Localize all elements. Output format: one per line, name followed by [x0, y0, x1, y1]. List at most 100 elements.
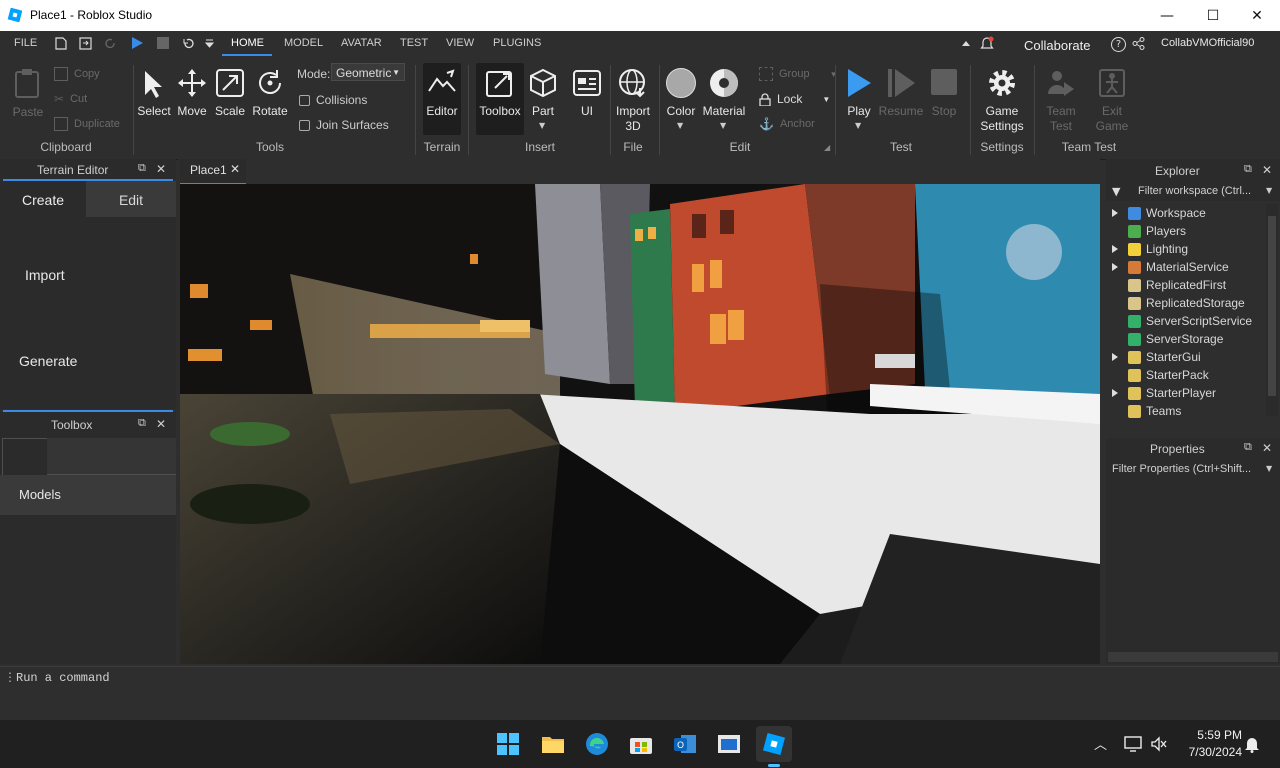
anchor-button[interactable]: ⚓ Anchor: [759, 117, 815, 131]
toolbox-tab[interactable]: [47, 438, 176, 475]
part-dropdown-icon[interactable]: ▼: [539, 121, 545, 130]
maximize-button[interactable]: ☐: [1190, 0, 1236, 31]
network-icon[interactable]: [1124, 736, 1142, 752]
explorer-item-starterplayer[interactable]: StarterPlayer: [1112, 384, 1216, 402]
command-bar[interactable]: ⋮ Run a command: [0, 666, 1280, 689]
close-icon[interactable]: ✕: [156, 417, 166, 431]
resume-button[interactable]: Resume: [878, 104, 924, 118]
clock-date[interactable]: 7/30/2024: [1176, 745, 1242, 759]
command-input[interactable]: Run a command: [16, 671, 110, 685]
toolbox-tab-active[interactable]: [2, 438, 48, 475]
collapse-ribbon-icon[interactable]: [961, 39, 971, 47]
new-file-icon[interactable]: [55, 37, 67, 50]
select-cursor-icon[interactable]: [141, 69, 167, 99]
join-surfaces-checkbox[interactable]: Join Surfaces: [299, 118, 389, 132]
collisions-checkbox[interactable]: Collisions: [299, 93, 367, 107]
game-settings-gear-icon[interactable]: [987, 68, 1017, 98]
edge-browser-icon[interactable]: [583, 730, 611, 758]
close-icon[interactable]: ✕: [1262, 163, 1272, 177]
lock-button[interactable]: Lock ▼: [759, 92, 830, 106]
move-button[interactable]: Move: [175, 104, 209, 118]
expand-arrow-icon[interactable]: [1112, 353, 1118, 361]
chevron-down-icon[interactable]: ▼: [1266, 464, 1272, 473]
stop-button[interactable]: Stop: [926, 104, 962, 118]
undock-icon[interactable]: ⧉: [138, 162, 146, 175]
material-button[interactable]: Material: [700, 104, 748, 118]
username-label[interactable]: CollabVMOfficial90: [1161, 37, 1254, 49]
color-button[interactable]: Color: [662, 104, 700, 118]
tab-plugins[interactable]: PLUGINS: [493, 37, 541, 49]
app-window-icon[interactable]: [715, 730, 743, 758]
properties-filter-input[interactable]: Filter Properties (Ctrl+Shift...: [1112, 463, 1251, 475]
start-icon[interactable]: [494, 730, 522, 758]
import-terrain-button[interactable]: Import: [25, 267, 65, 283]
models-category[interactable]: Models: [0, 475, 176, 515]
import-3d-globe-icon[interactable]: [618, 68, 648, 98]
minimize-button[interactable]: —: [1144, 0, 1190, 31]
edit-group-expand-icon[interactable]: ◢: [824, 143, 830, 152]
explorer-item-serverstorage[interactable]: ServerStorage: [1112, 330, 1223, 348]
copy-button[interactable]: Copy: [54, 67, 100, 81]
mode-dropdown[interactable]: Geometric ▼: [331, 63, 405, 81]
properties-filter[interactable]: Filter Properties (Ctrl+Shift... ▼: [1106, 460, 1280, 480]
explorer-item-materialservice[interactable]: MaterialService: [1112, 258, 1229, 276]
tab-avatar[interactable]: AVATAR: [341, 37, 382, 49]
explorer-filter[interactable]: ▼ Filter workspace (Ctrl... ▼: [1106, 183, 1280, 201]
explorer-item-lighting[interactable]: Lighting: [1112, 240, 1188, 258]
tab-edit[interactable]: Edit: [86, 181, 176, 217]
color-swatch-icon[interactable]: [666, 68, 696, 98]
play-icon[interactable]: [845, 67, 873, 99]
toolbox-button[interactable]: Toolbox: [476, 63, 524, 135]
resume-icon[interactable]: [886, 67, 916, 99]
tab-model[interactable]: MODEL: [284, 37, 323, 49]
group-button[interactable]: Group ▼: [759, 67, 838, 81]
explorer-scrollbar[interactable]: [1266, 204, 1278, 416]
explorer-item-players[interactable]: Players: [1112, 222, 1186, 240]
tab-place1[interactable]: Place1 ✕: [180, 159, 246, 185]
close-button[interactable]: ✕: [1234, 0, 1280, 31]
exit-game-button[interactable]: Exit: [1093, 104, 1131, 118]
expand-arrow-icon[interactable]: [1112, 245, 1118, 253]
3d-viewport[interactable]: [180, 184, 1100, 664]
notification-center-bell-icon[interactable]: [1244, 736, 1260, 753]
scale-icon[interactable]: [215, 68, 245, 98]
chevron-down-icon[interactable]: ▼: [1266, 186, 1272, 195]
terrain-editor-button[interactable]: Editor: [423, 63, 461, 135]
paste-button[interactable]: Paste: [12, 105, 44, 119]
duplicate-button[interactable]: Duplicate: [54, 117, 120, 131]
volume-muted-icon[interactable]: [1150, 736, 1168, 752]
drag-handle-icon[interactable]: ⋮: [4, 670, 16, 684]
undock-icon[interactable]: ⧉: [1244, 441, 1252, 454]
paste-icon[interactable]: [14, 67, 42, 99]
explorer-item-starterpack[interactable]: StarterPack: [1112, 366, 1209, 384]
close-icon[interactable]: ✕: [156, 162, 166, 176]
file-explorer-icon[interactable]: [539, 730, 567, 758]
play-button[interactable]: Play: [841, 104, 877, 118]
explorer-filter-input[interactable]: Filter workspace (Ctrl...: [1138, 185, 1251, 197]
play-quick-icon[interactable]: [130, 36, 144, 50]
explorer-item-workspace[interactable]: Workspace: [1112, 204, 1206, 222]
exit-game-icon[interactable]: [1098, 68, 1126, 98]
share-icon[interactable]: [1132, 37, 1145, 50]
redo-icon[interactable]: [104, 37, 117, 50]
import-3d-button[interactable]: Import: [612, 104, 654, 118]
tab-create[interactable]: Create: [0, 181, 86, 217]
clock-time[interactable]: 5:59 PM: [1186, 728, 1242, 742]
tab-test[interactable]: TEST: [400, 37, 428, 49]
properties-hscroll[interactable]: [1108, 652, 1278, 662]
undock-icon[interactable]: ⧉: [1244, 163, 1252, 176]
scene-render[interactable]: [180, 184, 1100, 664]
collaborate-button[interactable]: Collaborate: [1024, 38, 1091, 53]
notification-bell-icon[interactable]: [980, 35, 994, 51]
team-test-icon[interactable]: [1046, 68, 1076, 98]
select-button[interactable]: Select: [136, 104, 172, 118]
publish-icon[interactable]: [79, 37, 92, 50]
game-settings-button[interactable]: Game: [980, 104, 1024, 118]
customize-quickbar-icon[interactable]: [205, 39, 214, 49]
explorer-item-startergui[interactable]: StarterGui: [1112, 348, 1201, 366]
microsoft-store-icon[interactable]: [627, 730, 655, 758]
roblox-studio-taskbar-icon[interactable]: [756, 726, 792, 762]
undo-icon[interactable]: [182, 37, 195, 50]
undock-icon[interactable]: ⧉: [138, 417, 146, 430]
stop-quick-icon[interactable]: [157, 37, 169, 49]
